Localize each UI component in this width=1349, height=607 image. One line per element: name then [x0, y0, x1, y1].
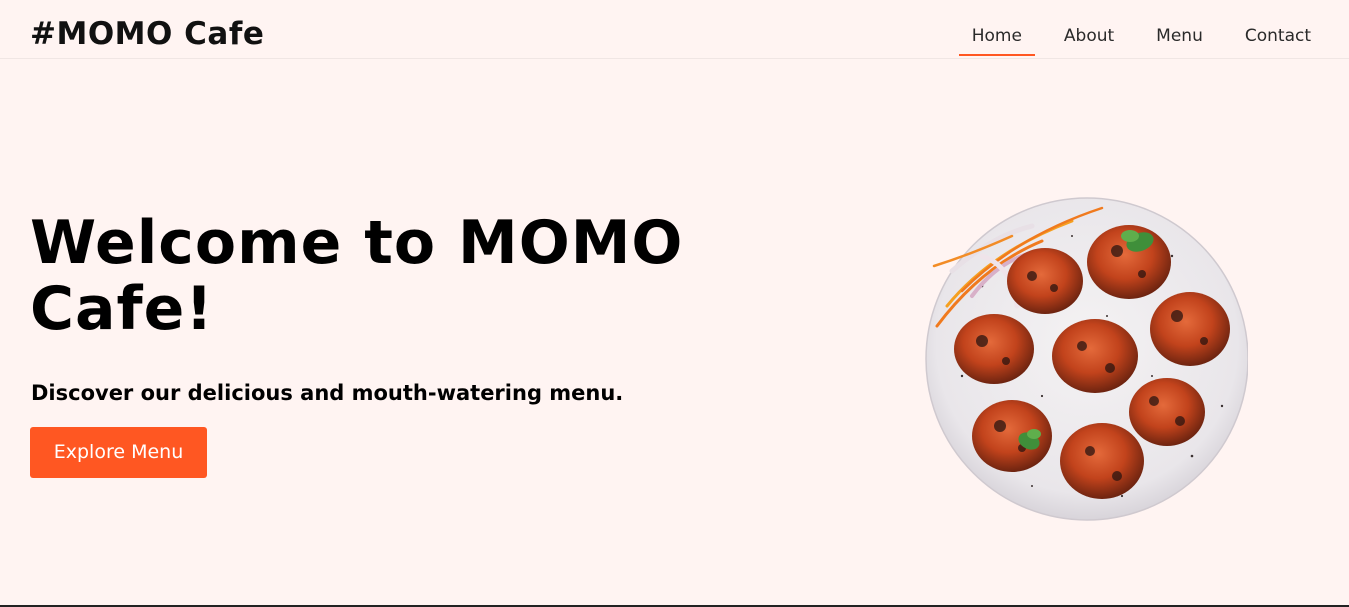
nav-home[interactable]: Home — [958, 24, 1036, 56]
nav-menu[interactable]: Menu — [1156, 24, 1203, 48]
hero-title: Welcome to MOMO Cafe! — [30, 208, 684, 344]
momo-plate-svg — [925, 197, 1249, 521]
page: #MOMO Cafe Home About Menu Contact Welco… — [0, 0, 1349, 607]
hero-subtitle: Discover our delicious and mouth-waterin… — [31, 381, 624, 405]
site-header: #MOMO Cafe Home About Menu Contact — [0, 0, 1349, 59]
momo-plate-image — [922, 196, 1249, 522]
nav-about[interactable]: About — [1064, 24, 1114, 48]
brand-logo[interactable]: #MOMO Cafe — [30, 14, 264, 54]
nav-contact[interactable]: Contact — [1245, 24, 1311, 48]
main-nav: Home About Menu Contact — [958, 24, 1311, 56]
explore-menu-button[interactable]: Explore Menu — [30, 427, 207, 478]
